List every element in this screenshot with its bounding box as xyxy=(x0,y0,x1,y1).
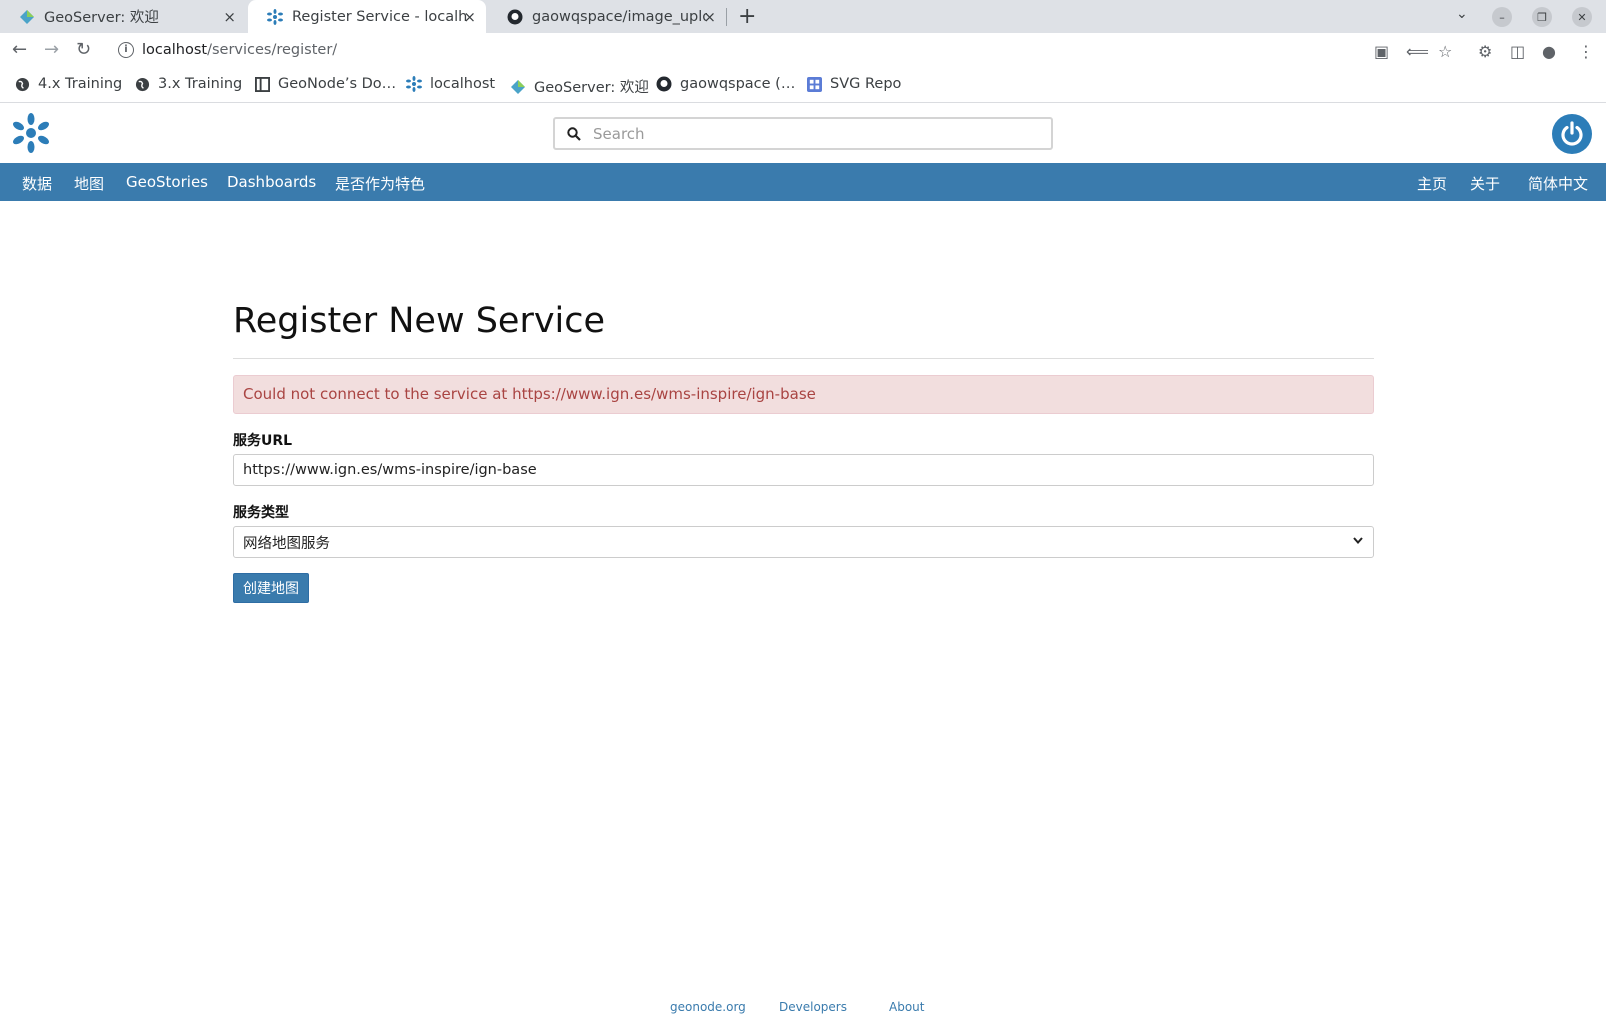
geonode-icon xyxy=(406,76,422,92)
bookmark-label: localhost xyxy=(430,76,496,92)
restore-icon[interactable]: ❐ xyxy=(1532,7,1552,27)
service-url-input[interactable] xyxy=(233,454,1374,486)
geoserver-icon xyxy=(510,79,526,95)
bookmark-geoserver[interactable]: GeoServer: 欢迎 xyxy=(510,76,649,97)
tab-search-icon[interactable]: ⌄ xyxy=(1456,6,1468,22)
bookmark-label: GeoServer: 欢迎 xyxy=(534,80,649,96)
url-path: /services/register/ xyxy=(207,42,338,58)
back-icon[interactable]: ← xyxy=(12,39,27,60)
nav-item-maps[interactable]: 地图 xyxy=(74,173,104,194)
globe-icon xyxy=(14,76,30,92)
nav-item-data[interactable]: 数据 xyxy=(22,173,52,194)
geonode-logo-icon[interactable] xyxy=(11,113,51,153)
service-url-label: 服务URL xyxy=(233,433,293,449)
translate-icon[interactable]: ▣ xyxy=(1374,42,1389,61)
tab-close-icon[interactable]: × xyxy=(703,8,716,26)
search-icon[interactable] xyxy=(567,126,581,145)
geonode-icon xyxy=(266,8,284,26)
footer-link-about[interactable]: About xyxy=(889,1000,924,1014)
menu-icon[interactable]: ⋮ xyxy=(1578,42,1594,61)
service-type-label: 服务类型 xyxy=(233,505,289,521)
address-url[interactable]: localhost/services/register/ xyxy=(142,42,337,58)
error-alert: Could not connect to the service at http… xyxy=(233,375,1374,414)
nav-item-dashboards[interactable]: Dashboards xyxy=(227,173,316,191)
nav-item-geostories[interactable]: GeoStories xyxy=(126,173,208,191)
bookmark-label: gaowqspace (… xyxy=(680,76,796,92)
footer-link-developers[interactable]: Developers xyxy=(779,1000,847,1014)
url-host: localhost xyxy=(142,42,208,58)
tab-github[interactable]: gaowqspace/image_uploads × xyxy=(488,0,726,33)
bookmark-localhost[interactable]: localhost xyxy=(406,76,495,92)
tab-title: gaowqspace/image_uploads xyxy=(532,8,707,25)
bookmark-label: GeoNode’s Do… xyxy=(278,76,397,92)
share-icon[interactable]: ⟸ xyxy=(1406,42,1429,61)
bookmark-geonode-docs[interactable]: GeoNode’s Do… xyxy=(254,76,396,92)
bookmark-gaowqspace[interactable]: gaowqspace (… xyxy=(656,76,795,92)
github-icon xyxy=(656,76,672,92)
service-type-value: 网络地图服务 xyxy=(243,535,330,552)
nav-item-language[interactable]: 简体中文 xyxy=(1528,173,1588,194)
site-info-icon[interactable]: i xyxy=(118,42,134,58)
forward-icon[interactable]: → xyxy=(44,39,59,60)
search-input[interactable] xyxy=(593,122,1033,146)
extensions-icon[interactable]: ⚙ xyxy=(1478,42,1492,61)
page-title: Register New Service xyxy=(233,301,606,341)
github-icon xyxy=(506,8,524,26)
chevron-down-icon xyxy=(1352,534,1364,550)
geoserver-icon xyxy=(18,8,36,26)
side-panel-icon[interactable]: ◫ xyxy=(1510,42,1525,61)
svgrepo-icon xyxy=(806,76,822,92)
new-tab-button[interactable]: + xyxy=(738,4,756,29)
globe-icon xyxy=(134,76,150,92)
search-bar xyxy=(553,117,1053,150)
bookmark-label: SVG Repo xyxy=(830,76,902,92)
tab-close-icon[interactable]: × xyxy=(463,8,476,26)
profile-icon[interactable]: ● xyxy=(1542,42,1556,61)
create-button[interactable]: 创建地图 xyxy=(233,573,309,603)
reload-icon[interactable]: ↻ xyxy=(76,39,91,60)
tab-close-icon[interactable]: × xyxy=(223,8,236,26)
close-window-icon[interactable]: ✕ xyxy=(1572,7,1592,27)
login-power-icon[interactable] xyxy=(1552,114,1592,154)
browser-toolbar: ← → ↻ i localhost/services/register/ ▣ ⟸… xyxy=(0,33,1606,70)
docs-icon xyxy=(254,76,270,92)
tab-separator xyxy=(726,8,727,26)
main-navbar: 数据 地图 GeoStories Dashboards 是否作为特色 主页 关于… xyxy=(0,163,1606,201)
nav-item-about[interactable]: 关于 xyxy=(1470,173,1500,194)
address-bar[interactable]: i localhost/services/register/ xyxy=(110,35,1360,67)
footer: geonode.org Developers About xyxy=(0,996,1606,1020)
tab-title: Register Service - localhost xyxy=(292,8,467,25)
tab-geoserver[interactable]: GeoServer: 欢迎 × xyxy=(0,0,246,33)
nav-item-featured[interactable]: 是否作为特色 xyxy=(335,173,425,194)
site-header xyxy=(0,103,1606,163)
minimize-icon[interactable]: – xyxy=(1492,7,1512,27)
nav-item-home[interactable]: 主页 xyxy=(1417,173,1447,194)
bookmark-3x-training[interactable]: 3.x Training xyxy=(134,76,242,92)
tab-title: GeoServer: 欢迎 xyxy=(44,10,159,26)
bookmark-label: 3.x Training xyxy=(158,76,243,92)
title-divider xyxy=(233,358,1374,359)
bookmarks-bar: 4.x Training 3.x Training GeoNode’s Do… … xyxy=(0,70,1606,103)
bookmark-svg-repo[interactable]: SVG Repo xyxy=(806,76,901,92)
bookmark-4x-training[interactable]: 4.x Training xyxy=(14,76,122,92)
browser-tabstrip: GeoServer: 欢迎 × Register Service - local… xyxy=(0,0,1606,33)
bookmark-star-icon[interactable]: ☆ xyxy=(1438,42,1452,61)
footer-link-geonode[interactable]: geonode.org xyxy=(670,1000,746,1014)
tab-register-service[interactable]: Register Service - localhost × xyxy=(248,0,486,33)
service-type-select[interactable]: 网络地图服务 xyxy=(233,526,1374,558)
bookmark-label: 4.x Training xyxy=(38,76,123,92)
